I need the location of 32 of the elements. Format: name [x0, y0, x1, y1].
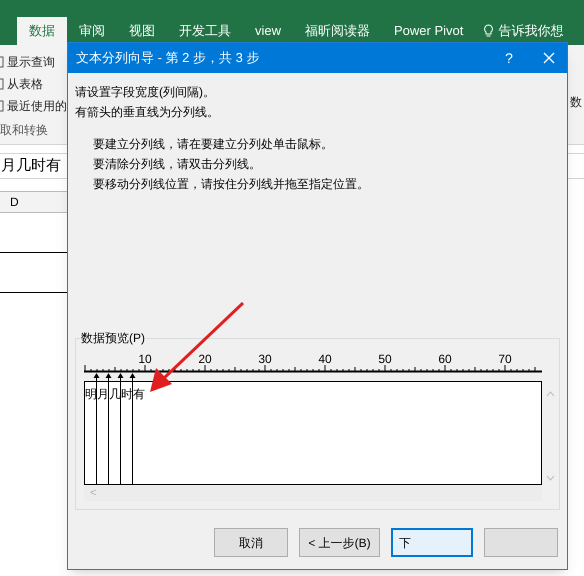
ribbon-tab[interactable]: Power Pivot: [382, 17, 476, 45]
close-icon[interactable]: [543, 52, 555, 64]
instruction-text: 有箭头的垂直线为分列线。: [75, 104, 220, 121]
ribbon-tab[interactable]: 开发工具: [167, 17, 243, 45]
instruction-text: 请设置字段宽度(列间隔)。: [75, 84, 216, 101]
preview-text: 月: [97, 386, 109, 403]
ribbon-command[interactable]: 显示查询: [7, 53, 55, 71]
ribbon-tab[interactable]: 视图: [117, 17, 167, 45]
tell-me-field[interactable]: 告诉我你想: [498, 21, 564, 41]
ribbon-command[interactable]: 最近使用的: [7, 97, 67, 115]
instruction-text: 要建立分列线，请在要建立分列处单击鼠标。: [93, 136, 334, 153]
preview-text: 时: [121, 386, 133, 403]
lightbulb-icon: [483, 24, 494, 38]
ribbon-tab[interactable]: 审阅: [67, 17, 117, 45]
ruler: 10 20 30 40 50 60 70: [84, 351, 544, 373]
group-label: 取和转换: [0, 122, 49, 139]
ribbon-tab[interactable]: 数据: [17, 17, 67, 45]
instruction-text: 要移动分列线位置，请按住分列线并拖至指定位置。: [93, 176, 370, 193]
column-header: D: [9, 194, 19, 211]
ribbon-tab[interactable]: view: [243, 17, 294, 45]
ribbon-command[interactable]: 数: [570, 95, 582, 109]
dialog-title: 文本分列向导 - 第 2 步，共 3 步: [76, 49, 260, 68]
dialog-button[interactable]: 取消: [214, 528, 288, 557]
instruction-text: 要清除分列线，请双击分列线。: [93, 156, 262, 173]
help-button[interactable]: ?: [497, 48, 521, 68]
group-label: 数据预览(P): [80, 329, 146, 347]
dialog-button[interactable]: < 上一步(B): [299, 528, 380, 557]
preview-text: 有: [133, 386, 145, 403]
preview-text: 明: [85, 386, 97, 403]
ribbon-command[interactable]: 从表格: [7, 75, 43, 93]
dialog-button[interactable]: 下: [391, 528, 473, 557]
ribbon-tab[interactable]: 福昕阅读器: [293, 17, 382, 45]
